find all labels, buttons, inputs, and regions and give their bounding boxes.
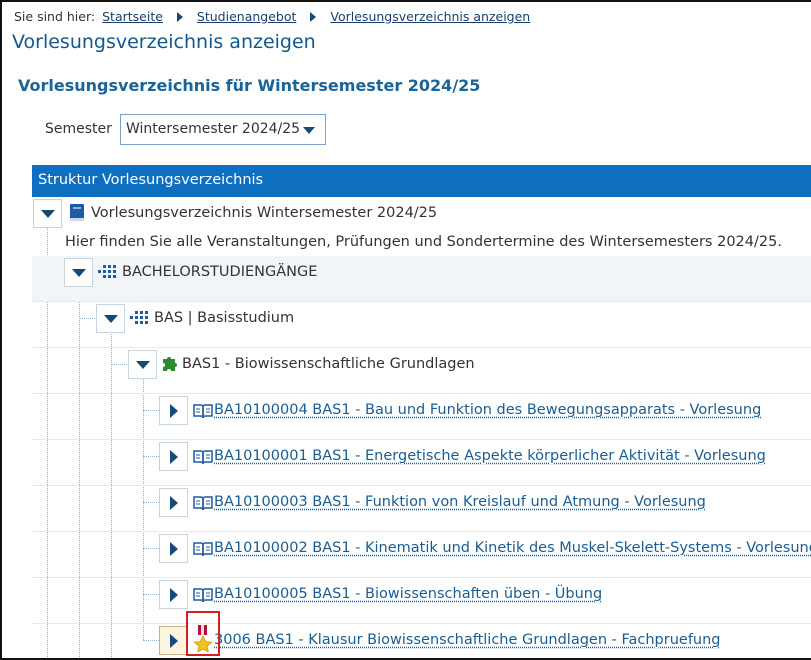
- highlight-box: [186, 611, 220, 656]
- breadcrumb-separator-icon: [310, 11, 317, 22]
- section-title: Vorlesungsverzeichnis für Wintersemester…: [18, 76, 481, 95]
- course-expand-toggle[interactable]: [159, 488, 188, 517]
- bas1-node-label: BAS1 - Biowissenschaftliche Grundlagen: [182, 356, 475, 372]
- structure-icon: [130, 311, 148, 324]
- course-link[interactable]: BA10100003 BAS1 - Funktion von Kreislauf…: [214, 494, 706, 510]
- structure-icon: [98, 265, 116, 278]
- breadcrumb-studienangebot[interactable]: Studienangebot: [197, 9, 296, 24]
- bachelor-collapse-toggle[interactable]: [64, 258, 93, 287]
- bas1-collapse-toggle[interactable]: [128, 350, 157, 379]
- semester-select-value: Wintersemester 2024/25: [126, 121, 301, 137]
- root-collapse-toggle[interactable]: [33, 199, 62, 228]
- course-link[interactable]: BA10100005 BAS1 - Biowissenschaften üben…: [214, 586, 602, 602]
- exam-link[interactable]: 3006 BAS1 - Klausur Biowissenschaftliche…: [214, 632, 721, 648]
- book-icon: [70, 204, 84, 221]
- page-frame: Sie sind hier: Startseite Studienangebot…: [0, 0, 811, 660]
- bas-node-label: BAS | Basisstudium: [154, 310, 295, 326]
- open-book-icon: [193, 588, 213, 603]
- course-expand-toggle[interactable]: [159, 396, 188, 425]
- puzzle-icon: [163, 357, 177, 371]
- open-book-icon: [193, 450, 213, 465]
- chevron-down-icon: [303, 127, 315, 134]
- page-title: Vorlesungsverzeichnis anzeigen: [12, 31, 316, 53]
- semester-label: Semester: [45, 121, 112, 137]
- course-link[interactable]: BA10100004 BAS1 - Bau und Funktion des B…: [214, 402, 761, 418]
- course-link[interactable]: BA10100001 BAS1 - Energetische Aspekte k…: [214, 448, 766, 464]
- course-link[interactable]: BA10100002 BAS1 - Kinematik und Kinetik …: [214, 540, 811, 556]
- course-expand-toggle[interactable]: [159, 534, 188, 563]
- tree-row-bas: [32, 302, 811, 348]
- semester-select[interactable]: Wintersemester 2024/25: [120, 114, 326, 145]
- root-node-description: Hier finden Sie alle Veranstaltungen, Pr…: [65, 234, 782, 250]
- open-book-icon: [193, 542, 213, 557]
- open-book-icon: [193, 404, 213, 419]
- course-expand-toggle[interactable]: [159, 580, 188, 609]
- bas-collapse-toggle[interactable]: [96, 304, 125, 333]
- breadcrumb-prefix: Sie sind hier:: [14, 9, 96, 24]
- breadcrumb-startseite[interactable]: Startseite: [102, 9, 163, 24]
- breadcrumb: Sie sind hier: Startseite Studienangebot…: [14, 9, 530, 24]
- root-node-label: Vorlesungsverzeichnis Wintersemester 202…: [91, 205, 438, 221]
- exam-expand-toggle[interactable]: [159, 626, 188, 655]
- breadcrumb-separator-icon: [176, 11, 183, 22]
- open-book-icon: [193, 496, 213, 511]
- course-expand-toggle[interactable]: [159, 442, 188, 471]
- breadcrumb-vorlesungsverzeichnis[interactable]: Vorlesungsverzeichnis anzeigen: [330, 9, 530, 24]
- tree-header: Struktur Vorlesungsverzeichnis: [32, 165, 811, 197]
- bachelor-node-label: BACHELORSTUDIENGÄNGE: [122, 264, 318, 280]
